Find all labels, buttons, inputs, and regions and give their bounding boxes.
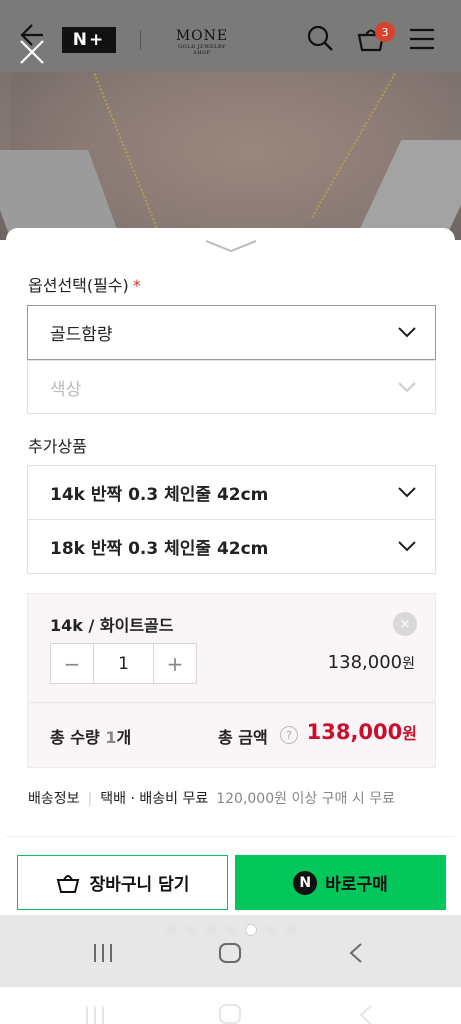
total-amount-label: 총 금액 [218, 728, 268, 747]
recent-apps-icon[interactable] [92, 943, 114, 967]
back-icon [358, 1005, 374, 1024]
color-select[interactable]: 색상 [27, 360, 436, 414]
naver-pay-icon: N [293, 870, 318, 895]
cart-count-badge: 3 [375, 22, 395, 42]
increase-quantity-button[interactable]: + [154, 644, 196, 683]
chevron-down-icon [397, 324, 417, 344]
brand-name: MONE [175, 28, 229, 44]
shipping-info: 배송정보 | 택배 · 배송비 무료 120,000원 이상 구매 시 무료 [28, 788, 395, 808]
total-quantity-label: 총 수량 [50, 728, 100, 747]
selected-option-panel: 14k / 화이트골드 × − 1 + 138,000원 총 수량 1개 총 금… [27, 593, 436, 768]
shopping-bag-icon [56, 874, 79, 893]
total-quantity: 총 수량 1개 [50, 724, 131, 748]
recent-apps-icon [84, 1005, 106, 1024]
shipping-condition: 120,000원 이상 구매 시 무료 [216, 791, 395, 807]
chevron-down-icon [397, 379, 417, 399]
system-navigation-bar-ghost [0, 987, 461, 1024]
search-icon[interactable] [306, 24, 334, 56]
brand-subtitle: GOLD JEWELRY SHOP [178, 44, 226, 56]
gold-content-select-label: 골드함량 [50, 325, 113, 345]
addon-section-label: 추가상품 [28, 437, 87, 456]
sheet-divider [6, 836, 455, 837]
chevron-down-icon [397, 538, 417, 558]
option-required-label: 옵션선택(필수) * [28, 272, 141, 296]
carousel-dot[interactable] [165, 925, 176, 935]
add-to-cart-label: 장바구니 담기 [89, 875, 190, 895]
option-price-value: 138,000 [327, 652, 403, 673]
option-price: 138,000원 [328, 652, 415, 673]
total-amount: 138,000원 [307, 720, 417, 744]
buy-now-button[interactable]: N 바로구매 [235, 855, 446, 910]
addon-select-label: 18k 반짝 0.3 체인줄 42cm [50, 539, 269, 559]
add-to-cart-button[interactable]: 장바구니 담기 [17, 855, 228, 910]
carousel-indicator [0, 925, 461, 935]
store-brand-logo[interactable]: MONE GOLD JEWELRY SHOP [170, 28, 234, 56]
addon-select-18k[interactable]: 18k 반짝 0.3 체인줄 42cm [27, 519, 436, 574]
remove-option-button[interactable]: × [393, 612, 417, 636]
help-question-icon[interactable]: ? [280, 726, 298, 744]
total-quantity-value: 1 [105, 728, 117, 747]
close-icon[interactable] [18, 38, 46, 72]
header-divider [140, 30, 141, 50]
addon-select-label: 14k 반짝 0.3 체인줄 42cm [50, 485, 269, 505]
color-select-label: 색상 [50, 379, 82, 400]
addon-select-14k[interactable]: 14k 반짝 0.3 체인줄 42cm [27, 465, 436, 520]
required-star: * [132, 276, 141, 295]
carousel-dot[interactable] [265, 925, 276, 935]
gold-content-select[interactable]: 골드함량 [27, 305, 436, 360]
quantity-value[interactable]: 1 [93, 644, 154, 683]
total-amount-value: 138,000 [306, 720, 403, 744]
buy-now-label: 바로구매 [325, 875, 388, 895]
carousel-dot[interactable] [185, 925, 196, 935]
option-price-unit: 원 [402, 656, 415, 672]
carousel-dot[interactable] [205, 925, 216, 935]
chevron-down-icon [397, 484, 417, 504]
option-bottom-sheet: 옵션선택(필수) * 골드함량 색상 추가상품 14k 반짝 0.3 체인줄 42… [6, 228, 455, 928]
top-navigation-bar: N+ MONE GOLD JEWELRY SHOP 3 [0, 0, 461, 72]
option-label-text: 옵션선택(필수) [28, 276, 129, 295]
total-amount-unit: 원 [402, 724, 417, 743]
shipping-label: 배송정보 [28, 791, 80, 807]
shipping-separator: | [87, 791, 93, 807]
selected-option-title: 14k / 화이트골드 [50, 616, 174, 635]
shipping-method: 택배 · 배송비 무료 [100, 791, 209, 807]
sheet-collapse-handle-icon[interactable] [204, 238, 258, 258]
carousel-dot-active[interactable] [245, 925, 256, 935]
home-icon[interactable] [218, 942, 242, 968]
nplus-logo[interactable]: N+ [62, 27, 116, 53]
carousel-dot[interactable] [225, 925, 236, 935]
home-icon [218, 1003, 242, 1024]
total-quantity-unit: 개 [116, 728, 132, 747]
quantity-stepper: − 1 + [50, 643, 197, 684]
back-icon[interactable] [348, 943, 364, 967]
hamburger-menu-icon[interactable] [408, 28, 436, 54]
decrease-quantity-button[interactable]: − [51, 644, 93, 683]
panel-divider [28, 702, 435, 703]
carousel-dot[interactable] [285, 925, 296, 935]
